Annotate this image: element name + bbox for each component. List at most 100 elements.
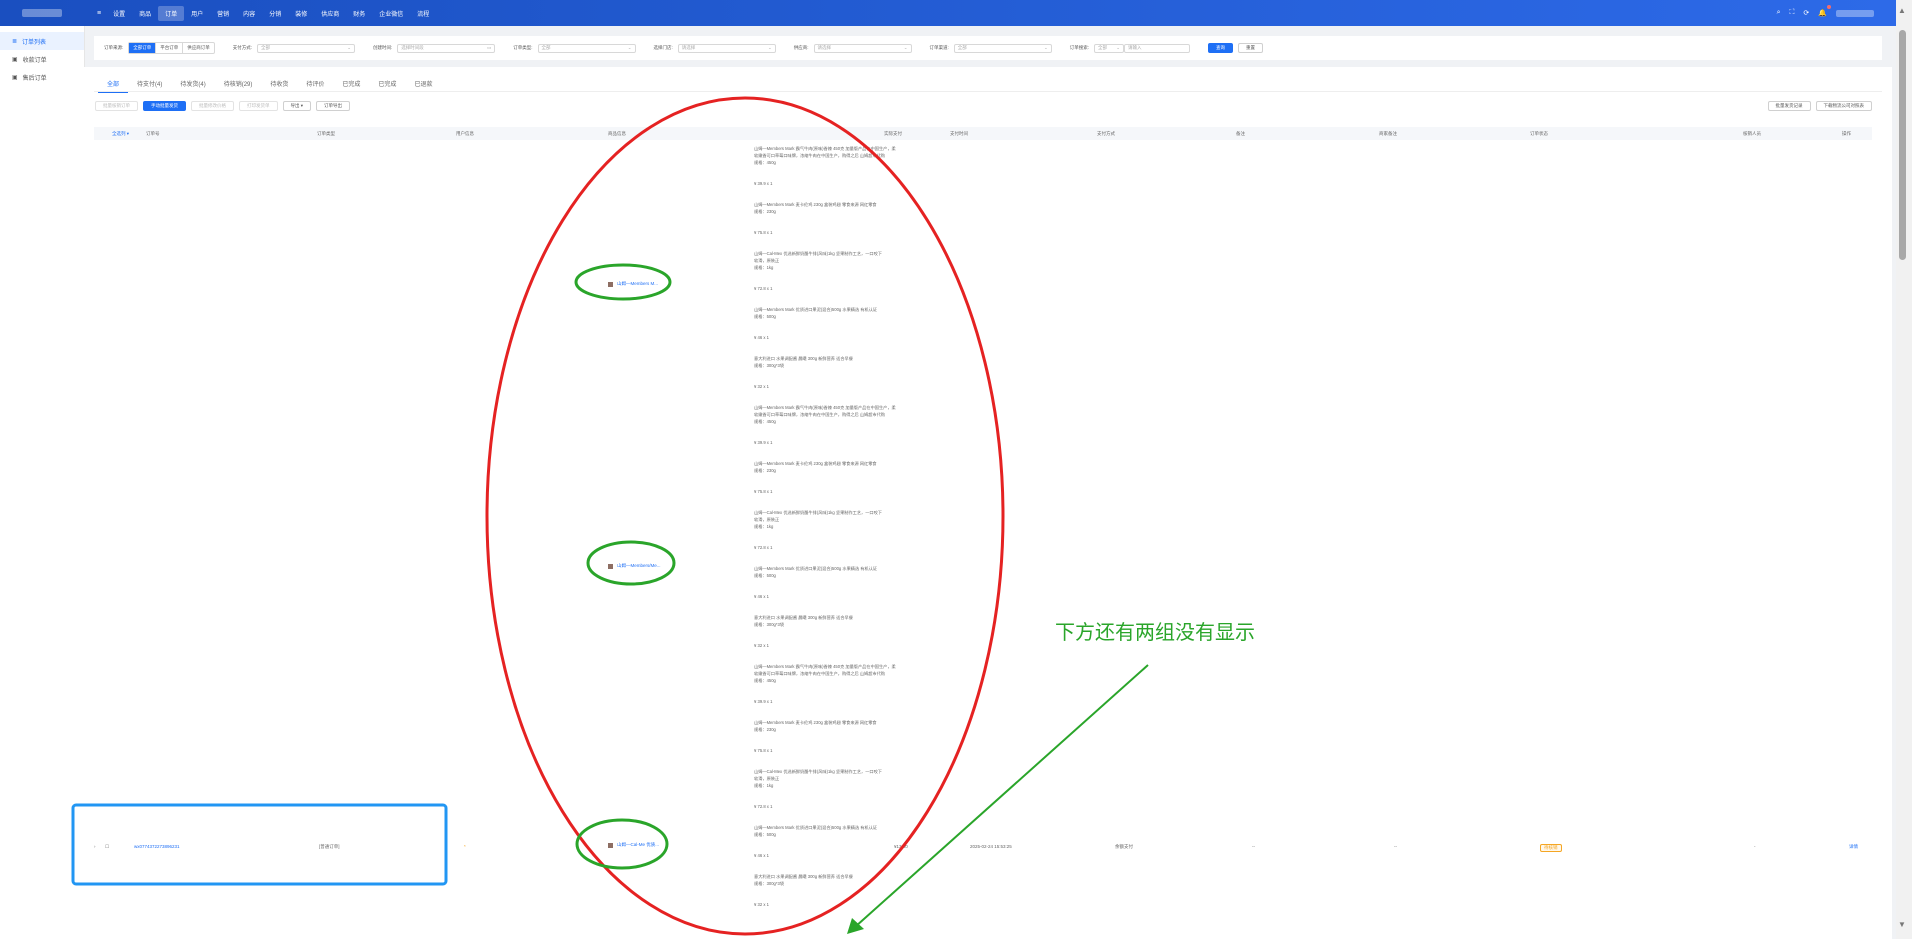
order-type-label: 订单类型: [513,45,533,50]
product-info-line: ¥ 46 x 1 [754,853,769,858]
product-image [608,563,613,569]
search-type-select[interactable]: 全部 ⌄ [1094,43,1124,53]
nav-item[interactable]: 企业微信 [372,6,410,21]
product-info-line: 意大利进口 水果调配酱 晨曦 300g 新鲜营养 适合早餐 [754,615,853,620]
table-header: 全选列 ▾ 订单号 订单类型 用户信息 商品信息 实际支付 支付时间 支付方式 备注 商家备注 订单… [94,127,1872,140]
user-info-cell: * [464,844,466,849]
search-input[interactable]: 请输入 [1124,43,1190,53]
nav-item[interactable]: 用户 [184,6,210,21]
product-info-line: ¥ 39.9 x 1 [754,181,773,186]
chevron-down-icon: ⌄ [347,45,351,50]
column-header: 用户信息 [456,131,474,136]
column-header: 商家备注 [1379,131,1397,136]
store-select[interactable]: 请选择 ⌄ [677,43,776,53]
product-info-line: 规格：1kg [754,524,774,529]
product-info-line: 规格：300g*3袋 [754,881,785,886]
product-info-line: 软滑，原装正 [754,776,780,781]
product-info-line: 规格：500g [754,573,776,578]
column-header[interactable]: 全选列 ▾ [112,131,129,137]
app-logo [22,9,62,17]
source-platform-option[interactable]: 平台订单 [156,43,184,53]
product-info-line: ¥ 46 x 1 [754,594,769,599]
row-checkbox[interactable]: ☐ [105,844,109,850]
product-info-line: 规格：300g*3袋 [754,363,785,368]
pay-method-select[interactable]: 全部 ⌄ [257,43,355,53]
product-info-line: 软滑，原装正 [754,258,780,263]
column-header: 支付方式 [1097,131,1115,136]
product-info-line: 意大利进口 水果调配酱 晨曦 300g 新鲜营养 适合早餐 [754,874,853,879]
column-header: 操作 [1842,131,1851,136]
user-avatar[interactable] [1836,9,1874,17]
scrollbar-thumb[interactable] [1899,30,1906,260]
refresh-icon[interactable]: ⟳ [1803,9,1809,17]
time-range-picker[interactable]: 选择时间段 ▭ [397,43,496,53]
time-label: 创建时间: [373,45,393,50]
product-info-line: 规格：1kg [754,265,774,270]
notification-icon[interactable]: 🔔 [1818,5,1831,17]
sidebar-item-order-list[interactable]: ≣ 订单列表 [0,32,84,50]
product-info-line: ¥ 46 x 1 [754,335,769,340]
batch-ship-log-button[interactable]: 批量发货记录 [1767,101,1811,111]
nav-item[interactable]: 供应商 [314,6,346,21]
expand-icon[interactable]: › [94,844,96,849]
nav-item[interactable]: 分销 [262,6,288,21]
action-button[interactable]: 手动批量发货 [143,101,186,111]
channel-label: 订单渠道: [929,45,949,50]
nav-item[interactable]: 财务 [346,6,372,21]
product-info-line: ¥ 75.8 x 1 [754,748,773,753]
download-logistics-map-button[interactable]: 下载物流公司对照表 [1815,101,1872,111]
search-icon[interactable]: ⌕ [1777,9,1781,17]
reset-button[interactable]: 重置 [1238,43,1263,53]
menu-toggle-icon[interactable]: ≡ [92,10,106,17]
product-info-line: 山姆—Members Mark 霸气牛肉(原味)香辣 450克 加量版产品在中国… [754,405,896,410]
supplier-label: 供应商: [793,45,809,50]
product-info-line: 山姆—Cal-Mex 优选新鲜奶酪牛排(风味)1kg 坚果制作工艺，一口咬下 [754,251,882,256]
fullscreen-icon[interactable]: ⛶ [1790,9,1795,17]
nav-item[interactable]: 流程 [410,6,436,21]
channel-select[interactable]: 全部 ⌄ [953,43,1052,53]
action-button[interactable]: 批量修改价格 [191,101,234,111]
product-info-line: 软嫩香可口草莓口味牌，浓缩牛肉在中国生产，购得之后 山姆超市代购 [754,671,885,676]
scroll-up-icon[interactable]: ▲ [1898,6,1906,15]
notification-dot [1827,5,1831,9]
product-info-line: 规格：500g [754,832,776,837]
detail-link[interactable]: 详情 [1849,844,1858,850]
product-info-line: 山姆—Cal-Mex 优选新鲜奶酪牛排(风味)1kg 坚果制作工艺，一口咬下 [754,510,882,515]
action-button[interactable]: 导出 ▾ [282,101,312,111]
sidebar-item-aftersale-orders[interactable]: ▣ 售后订单 [0,68,84,86]
sidebar-item-payment-orders[interactable]: ▣ 收款订单 [0,50,84,68]
supplier-select[interactable]: 请选择 ⌄ [813,43,912,53]
product-thumb[interactable]: 山姆—Members M... [608,281,658,287]
product-info-line: 规格：1kg [754,783,774,788]
order-type-select[interactable]: 全部 ⌄ [537,43,636,53]
source-all-option[interactable]: 全部订单 [129,43,157,53]
action-button[interactable]: 打印发货单 [239,101,278,111]
nav-item[interactable]: 装修 [288,6,314,21]
product-thumb-label: 山姆—Members/Me... [617,563,661,568]
action-button[interactable]: 批量核销订单 [95,101,138,111]
chevron-down-icon: ⌄ [1116,45,1120,50]
nav-item[interactable]: 商品 [132,6,158,21]
store-placeholder: 请选择 [681,45,696,50]
source-supplier-option[interactable]: 供应商订单 [183,43,214,53]
product-info-line: ¥ 72.8 x 1 [754,286,773,291]
action-button[interactable]: 订单导出 [316,101,351,111]
product-info-line: 规格：450g [754,419,776,424]
nav-item[interactable]: 设置 [106,6,132,21]
scroll-down-icon[interactable]: ▼ [1898,920,1906,929]
order-number-link[interactable]: wx0774372273896231 [134,844,180,849]
product-info-line: ¥ 75.8 x 1 [754,489,773,494]
nav-item[interactable]: 营销 [210,6,236,21]
action-bar: 批量核销订单 手动批量发货 批量修改价格 打印发货单 导出 ▾ 订单导出 [95,101,351,111]
nav-item[interactable]: 订单 [158,5,185,21]
query-button[interactable]: 查询 [1208,43,1233,53]
product-thumb[interactable]: 山姆—Members/Me... [608,563,661,569]
nav-item[interactable]: 内容 [236,6,262,21]
